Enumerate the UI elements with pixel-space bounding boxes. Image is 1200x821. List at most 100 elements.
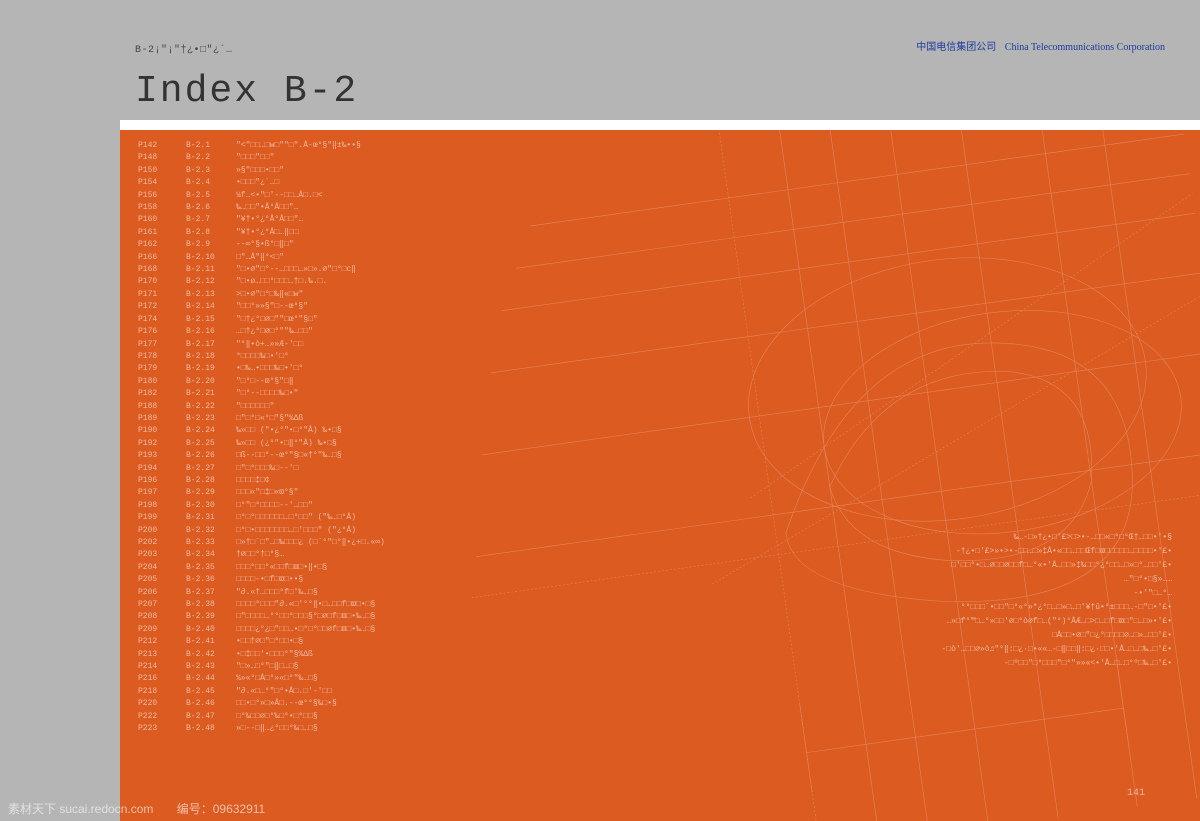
index-desc: %»«°□Å□°»«□°"‰…□§ xyxy=(236,673,318,685)
index-page: P197 xyxy=(138,487,186,499)
index-page: P204 xyxy=(138,562,186,574)
index-row: P212B-2.41•□□†∅□"□°□□•□§ xyxy=(138,636,385,648)
index-row: P177B-2.17"°‖•ò+…»»Æ-'□□ xyxy=(138,339,385,351)
index-desc: □ß--□□°--œ°"§□«†°"‰…□§ xyxy=(236,450,342,462)
index-number: B-2.30 xyxy=(186,500,236,512)
watermark: 素材天下 sucai.redocn.com 编号：09632911 xyxy=(0,796,273,821)
index-row: P190B-2.24‰»□□ ("•¿°"•□°"Å) ‰•□§ xyxy=(138,425,385,437)
index-row: P189B-2.23□"□°□«°□"§"%∆ß xyxy=(138,413,385,425)
index-number: B-2.5 xyxy=(186,190,236,202)
right-text-line: ‰…-□»†¿•□'£>□>•-…□□«□°□°Œ†…□□•'•§ xyxy=(852,531,1172,544)
index-row: P216B-2.44%»«°□Å□°»«□°"‰…□§ xyxy=(138,673,385,685)
index-row: P150B-2.3»§"□□□•□□" xyxy=(138,165,385,177)
index-page: P220 xyxy=(138,698,186,710)
index-number: B-2.43 xyxy=(186,661,236,673)
index-page: P189 xyxy=(138,413,186,425)
index-row: P170B-2.12"□•ø…□□°□□□…†□.‰.□. xyxy=(138,276,385,288)
index-desc: •□□†∅□"□°□□•□§ xyxy=(236,636,303,648)
index-number: B-2.6 xyxy=(186,202,236,214)
index-page: P188 xyxy=(138,401,186,413)
index-number: B-2.13 xyxy=(186,289,236,301)
index-desc: »□--□‖…¿°□□°‰□…□§ xyxy=(236,723,318,735)
right-text-line: □Å□□•∅□"□¿°□□□□∅…□»…□□'£• xyxy=(852,629,1172,642)
index-number: B-2.14 xyxy=(186,301,236,313)
index-page: P148 xyxy=(138,152,186,164)
header-left xyxy=(0,0,120,130)
index-number: B-2.39 xyxy=(186,611,236,623)
index-desc: □»†□`□"…□‰□□□¿ (□`°"□°‖•¿+□.«∞) xyxy=(236,537,385,549)
index-desc: "¥†•°¿°Å°Å□□"… xyxy=(236,214,303,226)
index-row: P176B-2.16…□†¿°□∅□°""‰…□□" xyxy=(138,326,385,338)
index-row: P220B-2.46□□•□°»□»Å□.--œ°°§‰□•§ xyxy=(138,698,385,710)
right-text-line: -□º□□"□°□□□"□°"»»«<•'Å…□…□°º□‰…□'£• xyxy=(852,657,1172,670)
index-number: B-2.26 xyxy=(186,450,236,462)
index-row: P174B-2.15"□†¿°□∅□""□œ°"§□" xyxy=(138,314,385,326)
right-text-block: ‰…-□»†¿•□'£>□>•-…□□«□°□°Œ†…□□•'•§-†¿•□'£… xyxy=(852,530,1172,671)
index-row: P194B-2.27□"□°□□□‰□--'□ xyxy=(138,463,385,475)
index-row: P214B-2.43"□»…□°"□‖□…□§ xyxy=(138,661,385,673)
index-row: P218B-2.45"∂.«□…°"□°•Å□.□'-'□□ xyxy=(138,686,385,698)
index-page: P214 xyxy=(138,661,186,673)
index-number: B-2.23 xyxy=(186,413,236,425)
index-desc: "¥†•°¿°Å□…‖□□ xyxy=(236,227,298,239)
index-page: P177 xyxy=(138,339,186,351)
index-page: P192 xyxy=(138,438,186,450)
index-row: P161B-2.8"¥†•°¿°Å□…‖□□ xyxy=(138,227,385,239)
index-desc: "<"□□…□w□""□".Å-œ°§"‖±‰••§ xyxy=(236,140,361,152)
index-row: P193B-2.26□ß--□□°--œ°"§□«†°"‰…□§ xyxy=(138,450,385,462)
index-page: P182 xyxy=(138,388,186,400)
index-page: P172 xyxy=(138,301,186,313)
index-desc: "□□□□□□" xyxy=(236,401,274,413)
index-desc: --∞°§•ß°□‖□" xyxy=(236,239,294,251)
index-number: B-2.41 xyxy=(186,636,236,648)
index-number: B-2.47 xyxy=(186,711,236,723)
index-number: B-2.4 xyxy=(186,177,236,189)
breadcrumb: B-2¡"¡"†¿•□"¿´… xyxy=(135,45,233,56)
index-page: P171 xyxy=(138,289,186,301)
index-desc: …□†¿°□∅□°""‰…□□" xyxy=(236,326,313,338)
index-page: P178 xyxy=(138,351,186,363)
index-row: P223B-2.48»□--□‖…¿°□□°‰□…□§ xyxy=(138,723,385,735)
index-page: P212 xyxy=(138,636,186,648)
right-text-line: -†¿•□'£>»•>•-□□…□»‡Å•«□□…□□Œf□ϖ□□□□□…□□□… xyxy=(852,545,1172,558)
index-number: B-2.31 xyxy=(186,512,236,524)
index-row: P168B-2.11"□•∅"□°--…□□□…»□».∅"□°□c‖ xyxy=(138,264,385,276)
index-number: B-2.32 xyxy=(186,525,236,537)
index-number: B-2.15 xyxy=(186,314,236,326)
corporation-label: 中国电信集团公司 China Telecommunications Corpor… xyxy=(916,38,1165,53)
index-page: P193 xyxy=(138,450,186,462)
index-number: B-2.9 xyxy=(186,239,236,251)
right-text-line: -□ò'…□□∅»ò♫"°‖:□¿·□•««…-□‖□□‖:□¿·□□•'Å…□… xyxy=(852,643,1172,656)
index-number: B-2.45 xyxy=(186,686,236,698)
index-number: B-2.7 xyxy=(186,214,236,226)
index-desc: □□□°□□°«□□f□ϖ□•‖•□§ xyxy=(236,562,327,574)
index-page: P203 xyxy=(138,549,186,561)
index-number: B-2.33 xyxy=(186,537,236,549)
index-desc: ‰»□□ (¿°"•□‖°"Å) ‰•□§ xyxy=(236,438,337,450)
index-page: P174 xyxy=(138,314,186,326)
index-page: P158 xyxy=(138,202,186,214)
index-row: P154B-2.4•□□□"¿´…□ xyxy=(138,177,385,189)
index-number: B-2.12 xyxy=(186,276,236,288)
index-page: P180 xyxy=(138,376,186,388)
index-page: P218 xyxy=(138,686,186,698)
index-row: P196B-2.28□□□□‡□¢ xyxy=(138,475,385,487)
index-desc: "□»…□°"□‖□…□§ xyxy=(236,661,298,673)
index-page: P161 xyxy=(138,227,186,239)
index-row: P222B-2.47□°‰□□∅□°‰□°•□°□□§ xyxy=(138,711,385,723)
index-row: P182B-2.21"□°--□□□□‰□•" xyxy=(138,388,385,400)
index-row: P205B-2.36□□□□-•□f□ϖ□••§ xyxy=(138,574,385,586)
index-desc: ‰»□□ ("•¿°"•□°"Å) ‰•□§ xyxy=(236,425,342,437)
index-desc: □"□□□□…°°□□°□□□§°□∅□f□ϖ□•‰…□§ xyxy=(236,611,375,623)
index-page: P222 xyxy=(138,711,186,723)
index-number: B-2.17 xyxy=(186,339,236,351)
index-row: P179B-2.19•□‰…•□□□‰□•'□° xyxy=(138,363,385,375)
index-desc: "□°--□□□□‰□•" xyxy=(236,388,298,400)
index-desc: "□□°»»§"□--œ°§" xyxy=(236,301,308,313)
index-row: P192B-2.25‰»□□ (¿°"•□‖°"Å) ‰•□§ xyxy=(138,438,385,450)
right-text-line: …"□°•□§»…… xyxy=(852,573,1172,586)
index-desc: □"…Å"‖°<□" xyxy=(236,252,284,264)
index-page: P190 xyxy=(138,425,186,437)
index-number: B-2.20 xyxy=(186,376,236,388)
index-desc: "□□□"□□" xyxy=(236,152,274,164)
